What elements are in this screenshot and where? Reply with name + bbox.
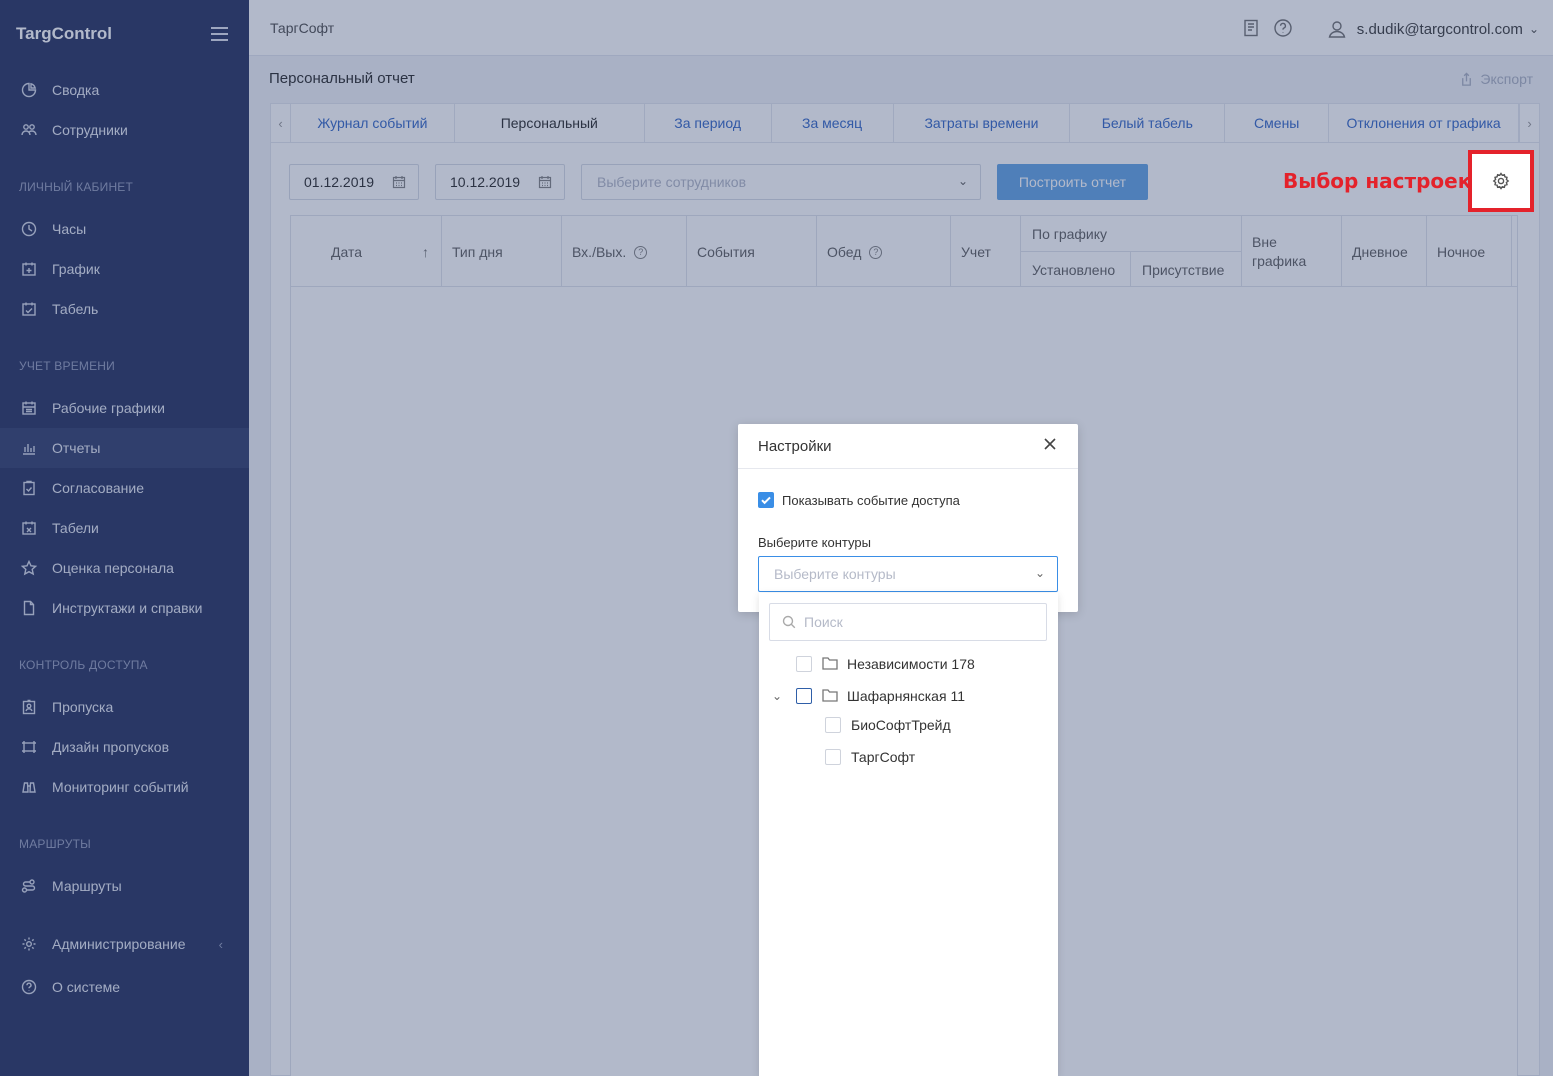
tree-checkbox[interactable] <box>825 717 841 733</box>
tree-item[interactable]: ТаргСофт <box>825 749 915 765</box>
contours-dropdown: Поиск Независимости 178 ⌄ Шафарнянская 1… <box>759 593 1058 1076</box>
contours-select[interactable]: Выберите контуры ⌄ <box>758 556 1058 592</box>
search-placeholder: Поиск <box>804 614 843 630</box>
settings-gear-button[interactable] <box>1468 150 1534 212</box>
folder-icon <box>822 654 847 673</box>
modal-title: Настройки <box>758 437 832 455</box>
tree-checkbox[interactable] <box>825 749 841 765</box>
contours-label: Выберите контуры <box>758 535 871 550</box>
tree-item-label: Независимости 178 <box>847 655 975 672</box>
annotation-label: Выбор настроек <box>1283 169 1472 193</box>
close-icon[interactable] <box>1042 436 1058 452</box>
contours-search-input[interactable]: Поиск <box>769 603 1047 641</box>
tree-item[interactable]: Независимости 178 <box>796 654 975 673</box>
tree-checkbox[interactable] <box>796 687 812 704</box>
tree-item-label: Шафарнянская 11 <box>847 687 965 704</box>
tree-item[interactable]: ⌄ Шафарнянская 11 <box>772 686 965 705</box>
chevron-down-icon: ⌄ <box>1034 566 1045 580</box>
show-access-event-label: Показывать событие доступа <box>782 492 960 508</box>
search-icon <box>782 615 796 629</box>
show-access-event-checkbox[interactable]: Показывать событие доступа <box>758 492 960 508</box>
contours-placeholder: Выберите контуры <box>774 566 896 582</box>
gear-icon <box>1492 172 1510 190</box>
modal-header: Настройки <box>738 424 1078 469</box>
settings-modal: Настройки Показывать событие доступа Выб… <box>738 424 1078 612</box>
chevron-down-icon[interactable]: ⌄ <box>772 689 782 703</box>
tree-item-label: БиоСофтТрейд <box>851 717 951 733</box>
tree-item-label: ТаргСофт <box>851 749 916 765</box>
folder-icon <box>822 686 847 705</box>
tree-checkbox[interactable] <box>796 655 812 672</box>
checkbox-checked-icon[interactable] <box>758 492 774 508</box>
tree-item[interactable]: БиоСофтТрейд <box>825 717 951 733</box>
